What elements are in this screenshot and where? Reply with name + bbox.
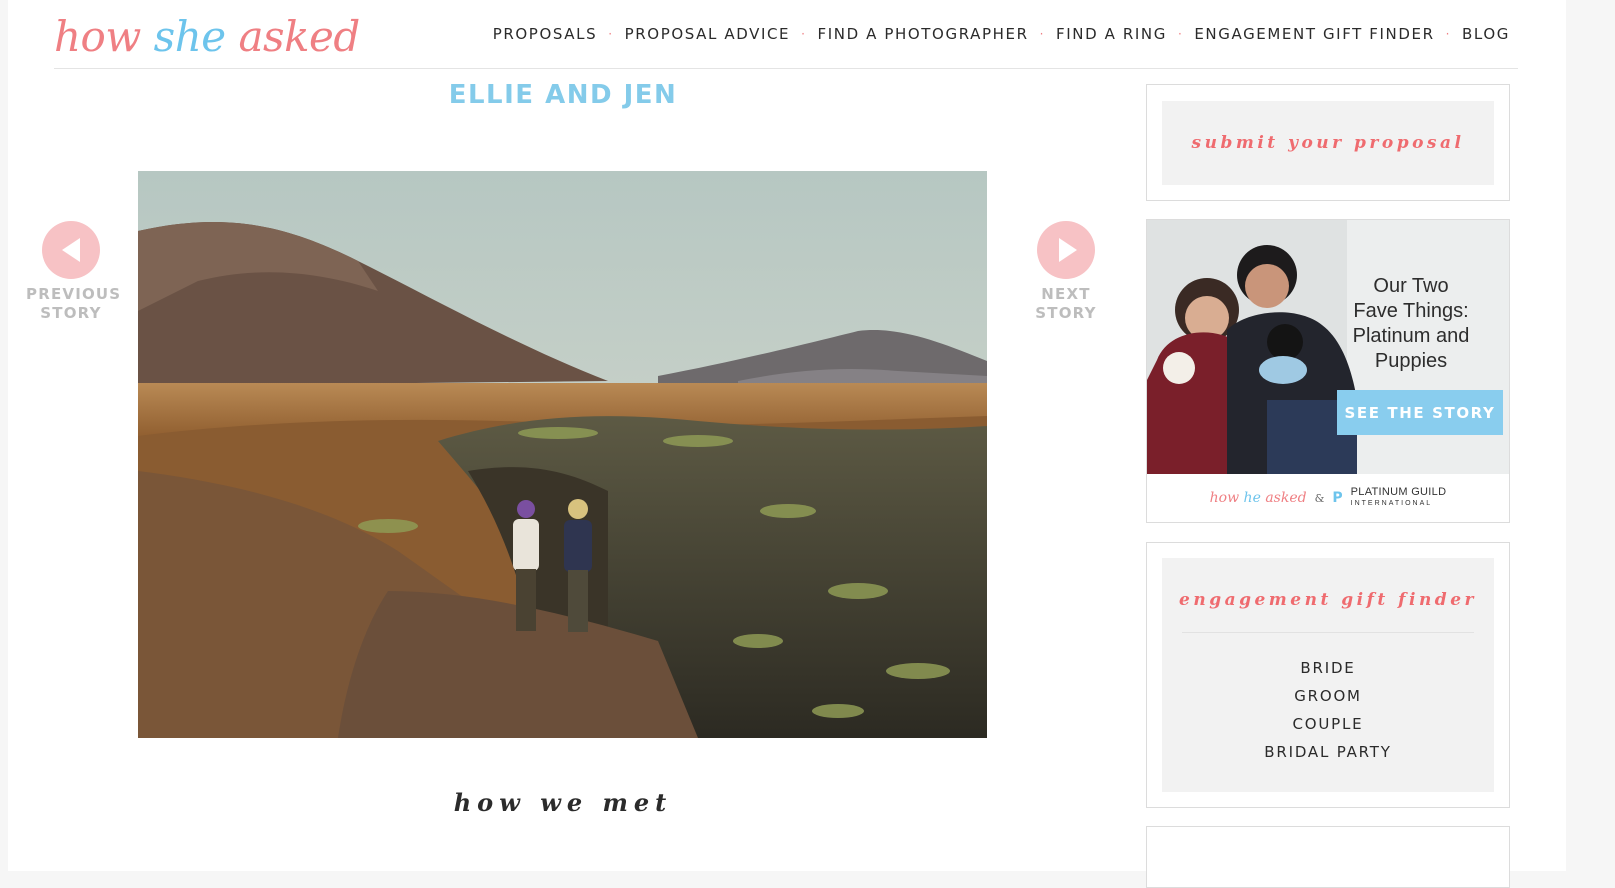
nav-find-a-ring[interactable]: FIND A RING <box>1056 25 1167 43</box>
ad-footer-amp: & <box>1314 491 1325 505</box>
gift-link-bride[interactable]: BRIDE <box>1162 654 1494 682</box>
ad-footer-logo-word: how <box>1209 490 1240 506</box>
logo-word-she: she <box>153 12 226 61</box>
ad-banner[interactable]: Our Two Fave Things: Platinum and Puppie… <box>1146 219 1510 523</box>
logo-word-asked: asked <box>238 12 360 61</box>
gift-finder-panel: engagement gift finder BRIDE GROOM COUPL… <box>1162 558 1494 792</box>
header-divider <box>54 68 1518 69</box>
ad-footer: how he asked & P PLATINUM GUILD INTERNAT… <box>1147 474 1509 522</box>
ad-headline-line: Puppies <box>1374 350 1448 372</box>
ad-headline-line: Our Two <box>1373 275 1449 297</box>
nav-separator: · <box>1445 27 1452 41</box>
triangle-right-icon <box>1059 238 1077 262</box>
nav-find-a-photographer[interactable]: FIND A PHOTOGRAPHER <box>818 25 1029 43</box>
gift-finder-title: engagement gift finder <box>1179 590 1477 610</box>
story-photo <box>138 171 987 738</box>
section-heading-how-we-met: how we met <box>453 788 673 817</box>
nav-separator: · <box>1177 27 1184 41</box>
previous-story-label[interactable]: PREVIOUS STORY <box>26 285 122 323</box>
triangle-left-icon <box>62 238 80 262</box>
ad-footer-partner-line1: PLATINUM GUILD <box>1350 486 1447 498</box>
ad-footer-partner: PLATINUM GUILD INTERNATIONAL <box>1351 487 1447 509</box>
previous-label-line1: PREVIOUS <box>26 285 122 303</box>
main-nav: PROPOSALS · PROPOSAL ADVICE · FIND A PHO… <box>493 25 1510 43</box>
site-logo[interactable]: how she asked <box>54 10 360 64</box>
next-arrow-button[interactable] <box>1037 221 1095 279</box>
submit-proposal-label: submit your proposal <box>1191 133 1465 153</box>
nav-separator: · <box>1039 27 1046 41</box>
nav-separator: · <box>801 27 807 41</box>
next-label-line1: NEXT <box>1041 285 1091 303</box>
nav-proposal-advice[interactable]: PROPOSAL ADVICE <box>625 25 791 43</box>
see-the-story-button[interactable]: SEE THE STORY <box>1337 390 1503 435</box>
story-title: ELLIE AND JEN <box>448 80 678 110</box>
nav-blog[interactable]: BLOG <box>1462 25 1510 43</box>
ad-headline-line: Fave Things: <box>1353 300 1469 322</box>
gift-finder-divider <box>1182 632 1474 633</box>
logo-word-how: how <box>54 12 141 61</box>
nav-engagement-gift-finder[interactable]: ENGAGEMENT GIFT FINDER <box>1194 25 1434 43</box>
submit-proposal-button[interactable]: submit your proposal <box>1162 101 1494 185</box>
sidebar-widget-partial <box>1146 826 1510 888</box>
gift-link-bridal-party[interactable]: BRIDAL PARTY <box>1162 738 1494 766</box>
next-story-label[interactable]: NEXT STORY <box>1021 285 1111 323</box>
nav-separator: · <box>608 27 614 41</box>
gift-link-couple[interactable]: COUPLE <box>1162 710 1494 738</box>
previous-label-line2: STORY <box>40 304 102 322</box>
page: how she asked PROPOSALS · PROPOSAL ADVIC… <box>8 0 1566 888</box>
nav-proposals[interactable]: PROPOSALS <box>493 25 597 43</box>
ad-footer-logo-word: he <box>1243 490 1261 506</box>
gift-finder-links: BRIDE GROOM COUPLE BRIDAL PARTY <box>1162 654 1494 766</box>
previous-story-link[interactable]: PREVIOUS STORY <box>26 221 122 323</box>
ad-footer-logo-word: asked <box>1265 490 1307 506</box>
engagement-gift-finder-widget: engagement gift finder BRIDE GROOM COUPL… <box>1146 542 1510 808</box>
platinum-guild-logo-icon: P <box>1332 490 1343 506</box>
ad-footer-logo: how he asked <box>1210 490 1307 506</box>
ad-headline: Our Two Fave Things: Platinum and Puppie… <box>1331 274 1491 374</box>
ad-footer-partner-line2: INTERNATIONAL <box>1350 500 1433 507</box>
next-label-line2: STORY <box>1035 304 1097 322</box>
next-story-link[interactable]: NEXT STORY <box>1021 221 1111 323</box>
landscape-photo <box>138 171 987 738</box>
gift-link-groom[interactable]: GROOM <box>1162 682 1494 710</box>
previous-arrow-button[interactable] <box>42 221 100 279</box>
ad-headline-line: Platinum and <box>1352 325 1470 347</box>
submit-proposal-widget: submit your proposal <box>1146 84 1510 201</box>
